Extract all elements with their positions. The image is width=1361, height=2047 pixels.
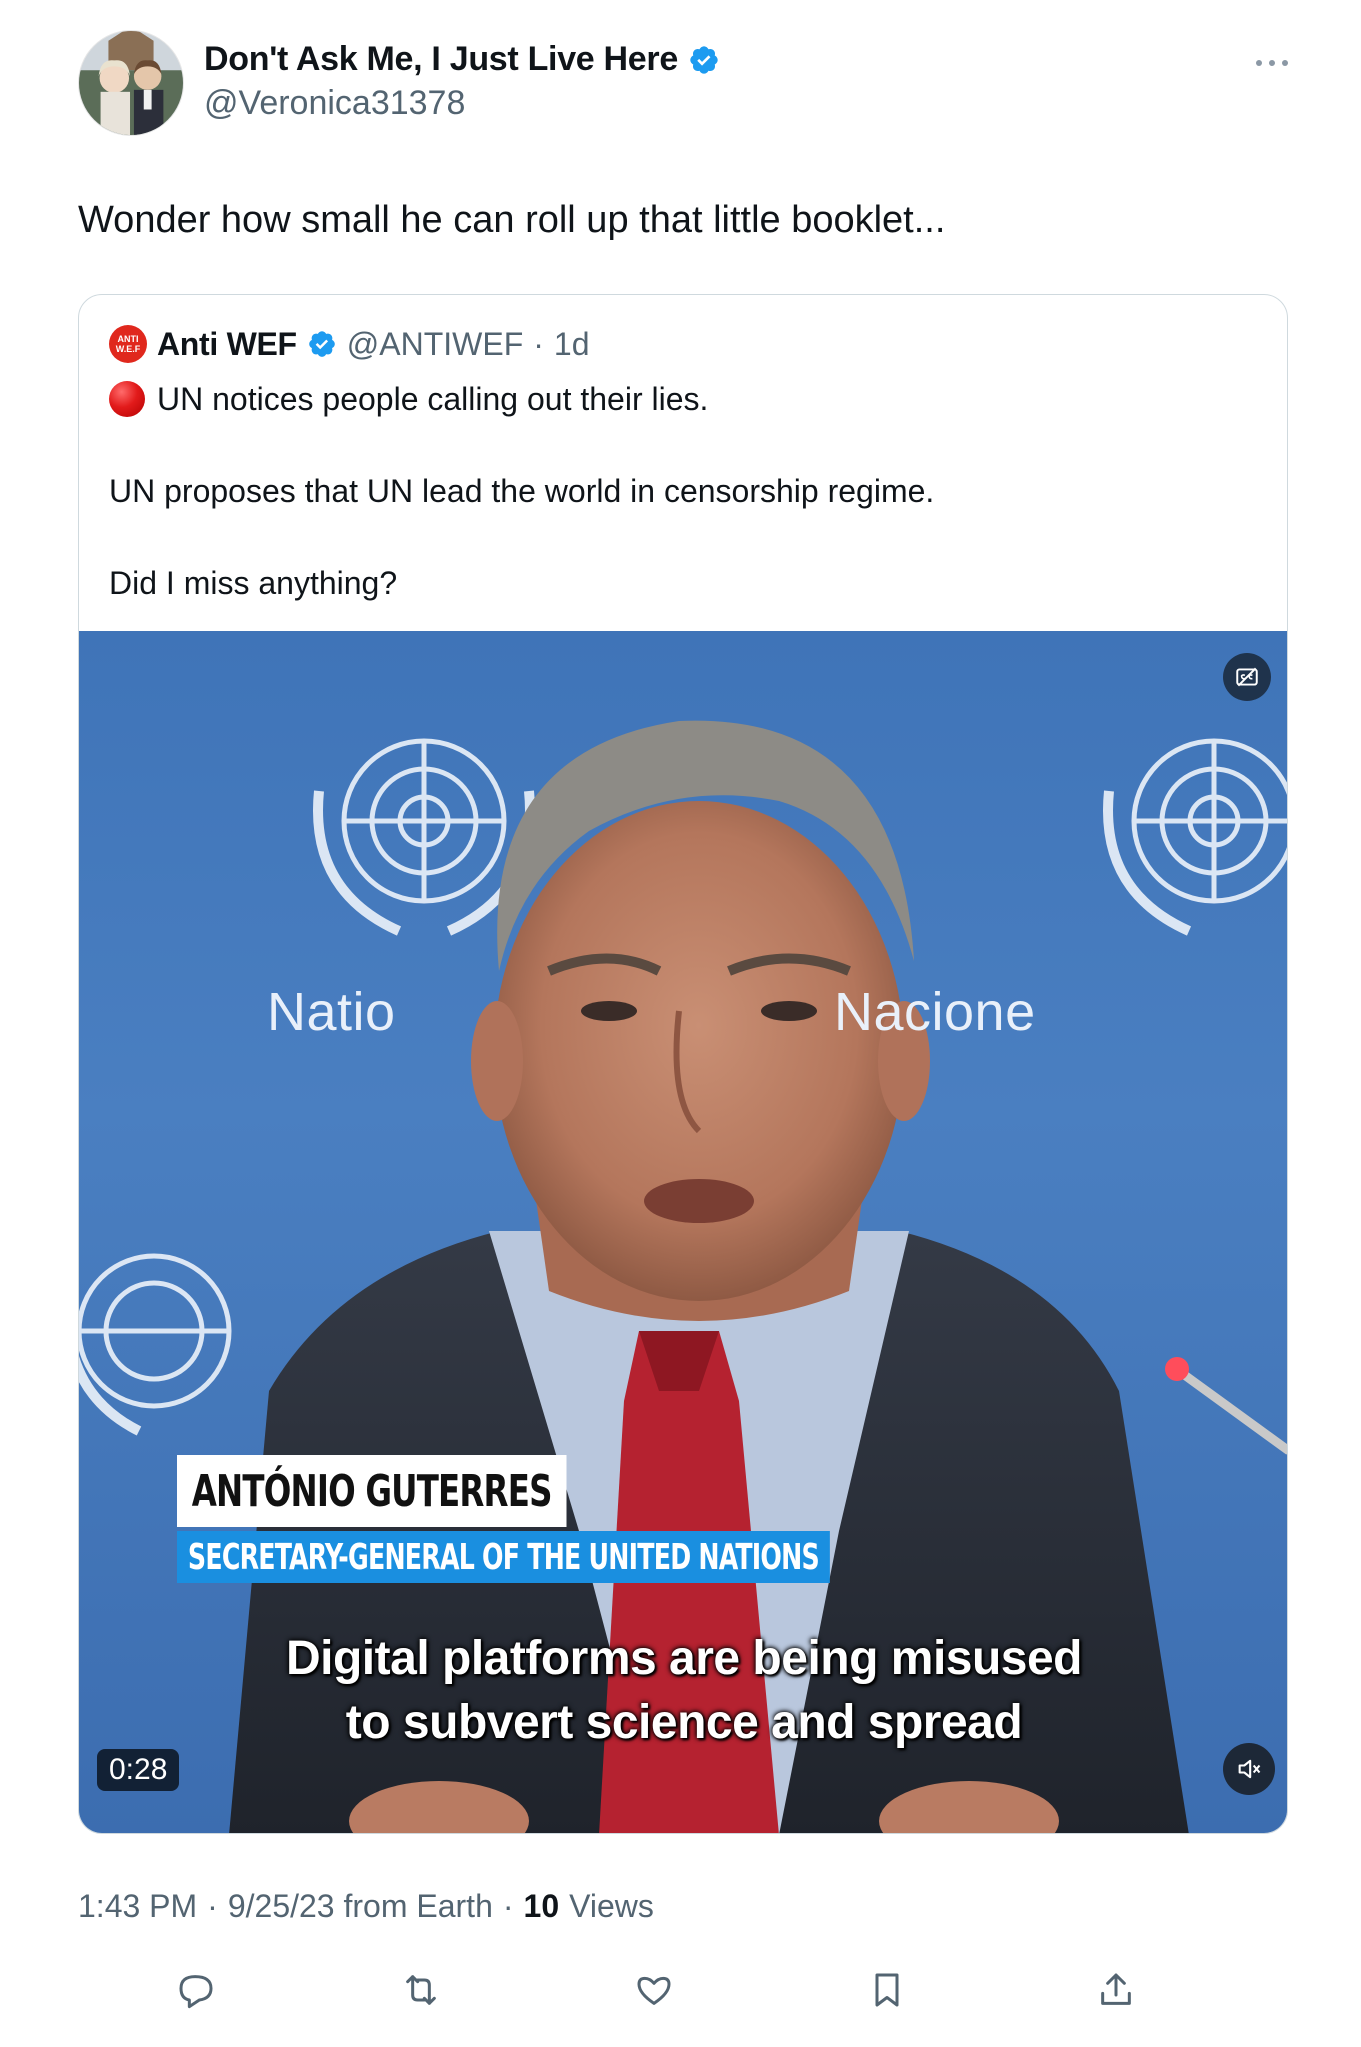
quoted-avatar-text-line2: W.E.F (115, 344, 141, 354)
video-subtitle-line-1: Digital platforms are being misused (285, 1632, 1083, 1685)
lower-third-title: SECRETARY-GENERAL OF THE UNITED NATIONS (177, 1531, 830, 1583)
author-name[interactable]: Don't Ask Me, I Just Live Here (204, 40, 720, 79)
quoted-author-avatar[interactable]: ANTI W.E.F (109, 325, 147, 363)
author-handle[interactable]: @Veronica31378 (204, 84, 465, 123)
video-subtitle-line-2: to subvert science and spread (345, 1696, 1023, 1749)
quoted-text-line-3: Did I miss anything? (109, 565, 398, 601)
author-display-name[interactable]: Don't Ask Me, I Just Live Here (204, 40, 678, 79)
reply-button[interactable] (166, 1960, 226, 2020)
quoted-avatar-text-line1: ANTI (117, 334, 139, 344)
quoted-tweet-header: ANTI W.E.F Anti WEF @ANTIWEF · 1d (109, 325, 590, 363)
author-avatar[interactable] (78, 30, 184, 136)
share-icon (1101, 1973, 1131, 2005)
verified-badge-icon (690, 45, 718, 74)
more-icon-dot (1269, 60, 1275, 66)
quoted-text-line-1: UN notices people calling out their lies… (109, 379, 708, 419)
quoted-text-line-1-text: UN notices people calling out their lies… (157, 381, 709, 417)
video-player[interactable]: Natio Nacione ANTÓNIO GUTERRES SECRETARY… (79, 631, 1287, 1833)
quoted-tweet-card[interactable]: ANTI W.E.F Anti WEF @ANTIWEF · 1d UN not… (78, 294, 1288, 1834)
more-options-button[interactable] (1250, 48, 1294, 78)
background-text-right: Nacione (834, 982, 1036, 1042)
captions-icon (1236, 667, 1258, 687)
meta-separator: · (502, 1888, 514, 1924)
views-count: 10 (523, 1888, 560, 1924)
quoted-separator: · (533, 325, 544, 362)
retweet-icon (406, 1975, 436, 2005)
captions-button[interactable] (1223, 653, 1271, 701)
mute-button[interactable] (1223, 1743, 1275, 1795)
tweet-time[interactable]: 1:43 PM (78, 1888, 197, 1925)
avatar-image (79, 31, 183, 135)
tweet-meta: 1:43 PM · 9/25/23 from Earth · 10 Views (78, 1888, 654, 1925)
quoted-author-handle[interactable]: @ANTIWEF (347, 326, 523, 363)
retweet-button[interactable] (391, 1960, 451, 2020)
video-duration: 0:28 (97, 1749, 180, 1791)
mute-icon (1238, 1759, 1261, 1779)
red-circle-icon (109, 381, 145, 417)
bookmark-icon (875, 1973, 899, 2007)
tweet-action-bar (0, 1960, 1361, 2020)
verified-badge-icon (308, 331, 335, 357)
tweet-page: Don't Ask Me, I Just Live Here @Veronica… (0, 0, 1361, 2047)
tweet-text: Wonder how small he can roll up that lit… (78, 199, 946, 241)
views-label: Views (569, 1888, 654, 1924)
bookmark-button[interactable] (857, 1960, 917, 2020)
like-icon (637, 1976, 671, 2005)
share-button[interactable] (1086, 1960, 1146, 2020)
background-text-left: Natio (267, 982, 396, 1042)
reply-icon (179, 1975, 213, 2009)
quoted-author-name[interactable]: Anti WEF (157, 326, 297, 363)
tweet-date-source[interactable]: 9/25/23 from Earth (228, 1888, 493, 1925)
more-icon (1256, 60, 1262, 66)
quoted-timestamp[interactable]: 1d (554, 326, 590, 363)
meta-separator: · (207, 1888, 218, 1924)
like-button[interactable] (624, 1960, 684, 2020)
quoted-text-line-2: UN proposes that UN lead the world in ce… (109, 473, 935, 509)
more-icon-dot (1282, 60, 1288, 66)
lower-third-name: ANTÓNIO GUTERRES (177, 1455, 567, 1527)
